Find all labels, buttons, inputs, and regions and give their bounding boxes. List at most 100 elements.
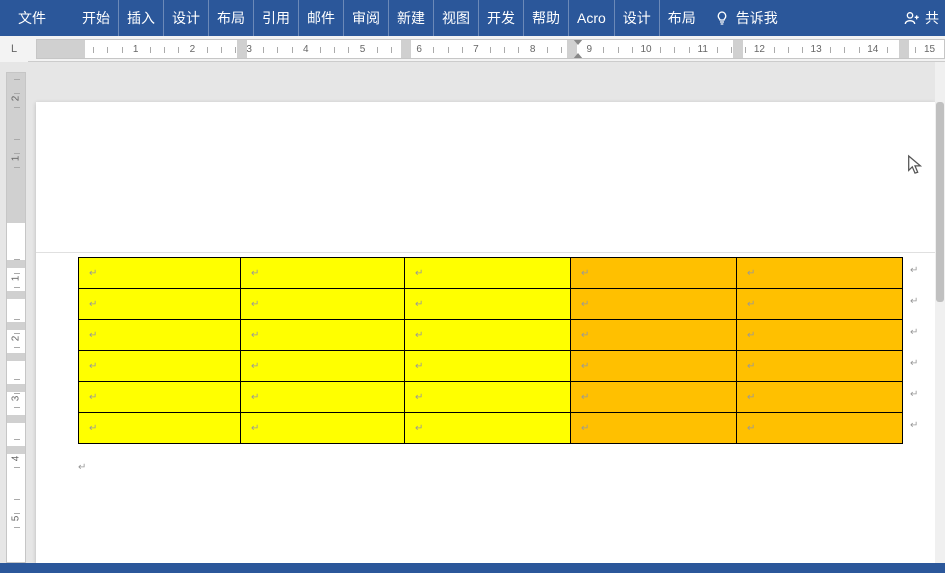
paragraph-mark: ↵: [415, 268, 423, 279]
table-cell[interactable]: ↵: [241, 289, 405, 320]
table-cell[interactable]: ↵: [405, 258, 571, 289]
table-row[interactable]: ↵↵↵↵↵: [79, 413, 903, 444]
paragraph-mark: ↵: [89, 392, 97, 403]
cursor-icon: [906, 154, 924, 176]
paragraph-mark: ↵: [415, 423, 423, 434]
paragraph-mark: ↵: [78, 462, 86, 473]
paragraph-mark: ↵: [251, 299, 259, 310]
table-cell[interactable]: ↵: [737, 351, 903, 382]
table-cell[interactable]: ↵: [571, 289, 737, 320]
table-cell[interactable]: ↵: [571, 413, 737, 444]
table-row[interactable]: ↵ ↵ ↵ ↵ ↵: [79, 320, 903, 351]
table-cell[interactable]: ↵: [79, 289, 241, 320]
ruler-tick: 4: [301, 40, 311, 58]
tab-home[interactable]: 开始: [74, 0, 119, 36]
table-cell[interactable]: ↵: [405, 382, 571, 413]
table-cell[interactable]: ↵: [79, 258, 241, 289]
document-workspace: 2112345 ↵↵↵↵↵↵↵↵↵↵↵↵↵↵↵↵↵↵↵↵↵↵↵↵↵↵↵↵↵↵ ↵…: [0, 62, 945, 563]
table-cell[interactable]: ↵: [79, 382, 241, 413]
status-bar: [0, 563, 945, 573]
tab-selector[interactable]: L: [0, 36, 28, 62]
table-row[interactable]: ↵ ↵ ↵ ↵ ↵: [79, 258, 903, 289]
ruler-tick: 10: [641, 40, 651, 58]
tab-table-layout[interactable]: 布局: [660, 0, 704, 36]
table-cell[interactable]: ↵: [737, 258, 903, 289]
ruler-tick: 6: [414, 40, 424, 58]
tab-acrobat[interactable]: Acro: [569, 0, 615, 36]
table-cell[interactable]: ↵: [571, 351, 737, 382]
tab-file[interactable]: 文件: [0, 0, 64, 36]
paragraph-mark: ↵: [89, 423, 97, 434]
row-end-mark: ↵: [910, 265, 918, 276]
horizontal-ruler-area: L 123456789101112131415: [0, 36, 945, 62]
table-cell[interactable]: ↵: [241, 320, 405, 351]
tell-me-label: 告诉我: [736, 8, 778, 28]
ruler-tick: 8: [528, 40, 538, 58]
table-cell[interactable]: ↵: [241, 382, 405, 413]
table-cell[interactable]: ↵: [737, 382, 903, 413]
table-cell[interactable]: ↵: [737, 289, 903, 320]
table-cell[interactable]: ↵: [79, 320, 241, 351]
tab-developer[interactable]: 开发: [479, 0, 524, 36]
row-end-mark: ↵: [910, 358, 918, 369]
paragraph-mark: ↵: [415, 299, 423, 310]
row-end-mark: ↵: [910, 327, 918, 338]
tab-references[interactable]: 引用: [254, 0, 299, 36]
table-row[interactable]: ↵ ↵ ↵ ↵ ↵: [79, 289, 903, 320]
table-cell[interactable]: ↵: [79, 413, 241, 444]
tab-mailings[interactable]: 邮件: [299, 0, 344, 36]
tab-view[interactable]: 视图: [434, 0, 479, 36]
paragraph-mark: ↵: [747, 392, 755, 403]
paragraph-mark: ↵: [747, 268, 755, 279]
tab-layout[interactable]: 布局: [209, 0, 254, 36]
horizontal-ruler[interactable]: 123456789101112131415: [36, 39, 945, 59]
paragraph-mark: ↵: [251, 330, 259, 341]
vertical-ruler[interactable]: 2112345: [6, 72, 26, 563]
tab-new[interactable]: 新建: [389, 0, 434, 36]
vertical-scrollbar[interactable]: [935, 62, 945, 563]
paragraph-mark: ↵: [581, 361, 589, 372]
spacer: [64, 0, 74, 36]
paragraph-mark: ↵: [415, 392, 423, 403]
share-button[interactable]: 共: [898, 0, 945, 36]
table-cell[interactable]: ↵: [241, 351, 405, 382]
tab-insert[interactable]: 插入: [119, 0, 164, 36]
paragraph-mark: ↵: [581, 268, 589, 279]
share-icon: [904, 10, 920, 26]
scrollbar-thumb[interactable]: [936, 102, 944, 302]
table-cell[interactable]: ↵: [405, 351, 571, 382]
table-cell[interactable]: ↵: [737, 320, 903, 351]
tab-review[interactable]: 审阅: [344, 0, 389, 36]
table-cell[interactable]: ↵: [79, 351, 241, 382]
tell-me-search[interactable]: 告诉我: [704, 0, 788, 36]
paragraph-mark: ↵: [581, 392, 589, 403]
tab-design[interactable]: 设计: [164, 0, 209, 36]
tab-help[interactable]: 帮助: [524, 0, 569, 36]
table-cell[interactable]: ↵: [405, 289, 571, 320]
table-cell[interactable]: ↵: [405, 320, 571, 351]
ruler-tick: 14: [868, 40, 878, 58]
paragraph-mark: ↵: [747, 330, 755, 341]
paragraph-mark: ↵: [89, 268, 97, 279]
table-cell[interactable]: ↵: [571, 258, 737, 289]
table-cell[interactable]: ↵: [737, 413, 903, 444]
table-cell[interactable]: ↵: [405, 413, 571, 444]
tab-table-design[interactable]: 设计: [615, 0, 660, 36]
table-row[interactable]: ↵↵↵↵↵: [79, 351, 903, 382]
paragraph-mark: ↵: [747, 361, 755, 372]
lightbulb-icon: [714, 10, 730, 26]
ruler-tick: 15: [925, 40, 935, 58]
paragraph-mark: ↵: [581, 299, 589, 310]
document-table[interactable]: ↵↵↵↵↵↵↵↵↵↵↵↵↵↵↵↵↵↵↵↵↵↵↵↵↵↵↵↵↵↵: [78, 257, 903, 444]
paragraph-mark: ↵: [581, 330, 589, 341]
ruler-tick: 1: [131, 40, 141, 58]
document-page[interactable]: ↵↵↵↵↵↵↵↵↵↵↵↵↵↵↵↵↵↵↵↵↵↵↵↵↵↵↵↵↵↵ ↵ ↵↵↵↵↵↵: [36, 102, 935, 563]
table-cell[interactable]: ↵: [571, 382, 737, 413]
table-row[interactable]: ↵ ↵ ↵ ↵ ↵: [79, 382, 903, 413]
ruler-tick: 7: [471, 40, 481, 58]
table-cell[interactable]: ↵: [241, 258, 405, 289]
row-end-mark: ↵: [910, 296, 918, 307]
table-cell[interactable]: ↵: [241, 413, 405, 444]
paragraph-mark: ↵: [251, 268, 259, 279]
table-cell[interactable]: ↵: [571, 320, 737, 351]
